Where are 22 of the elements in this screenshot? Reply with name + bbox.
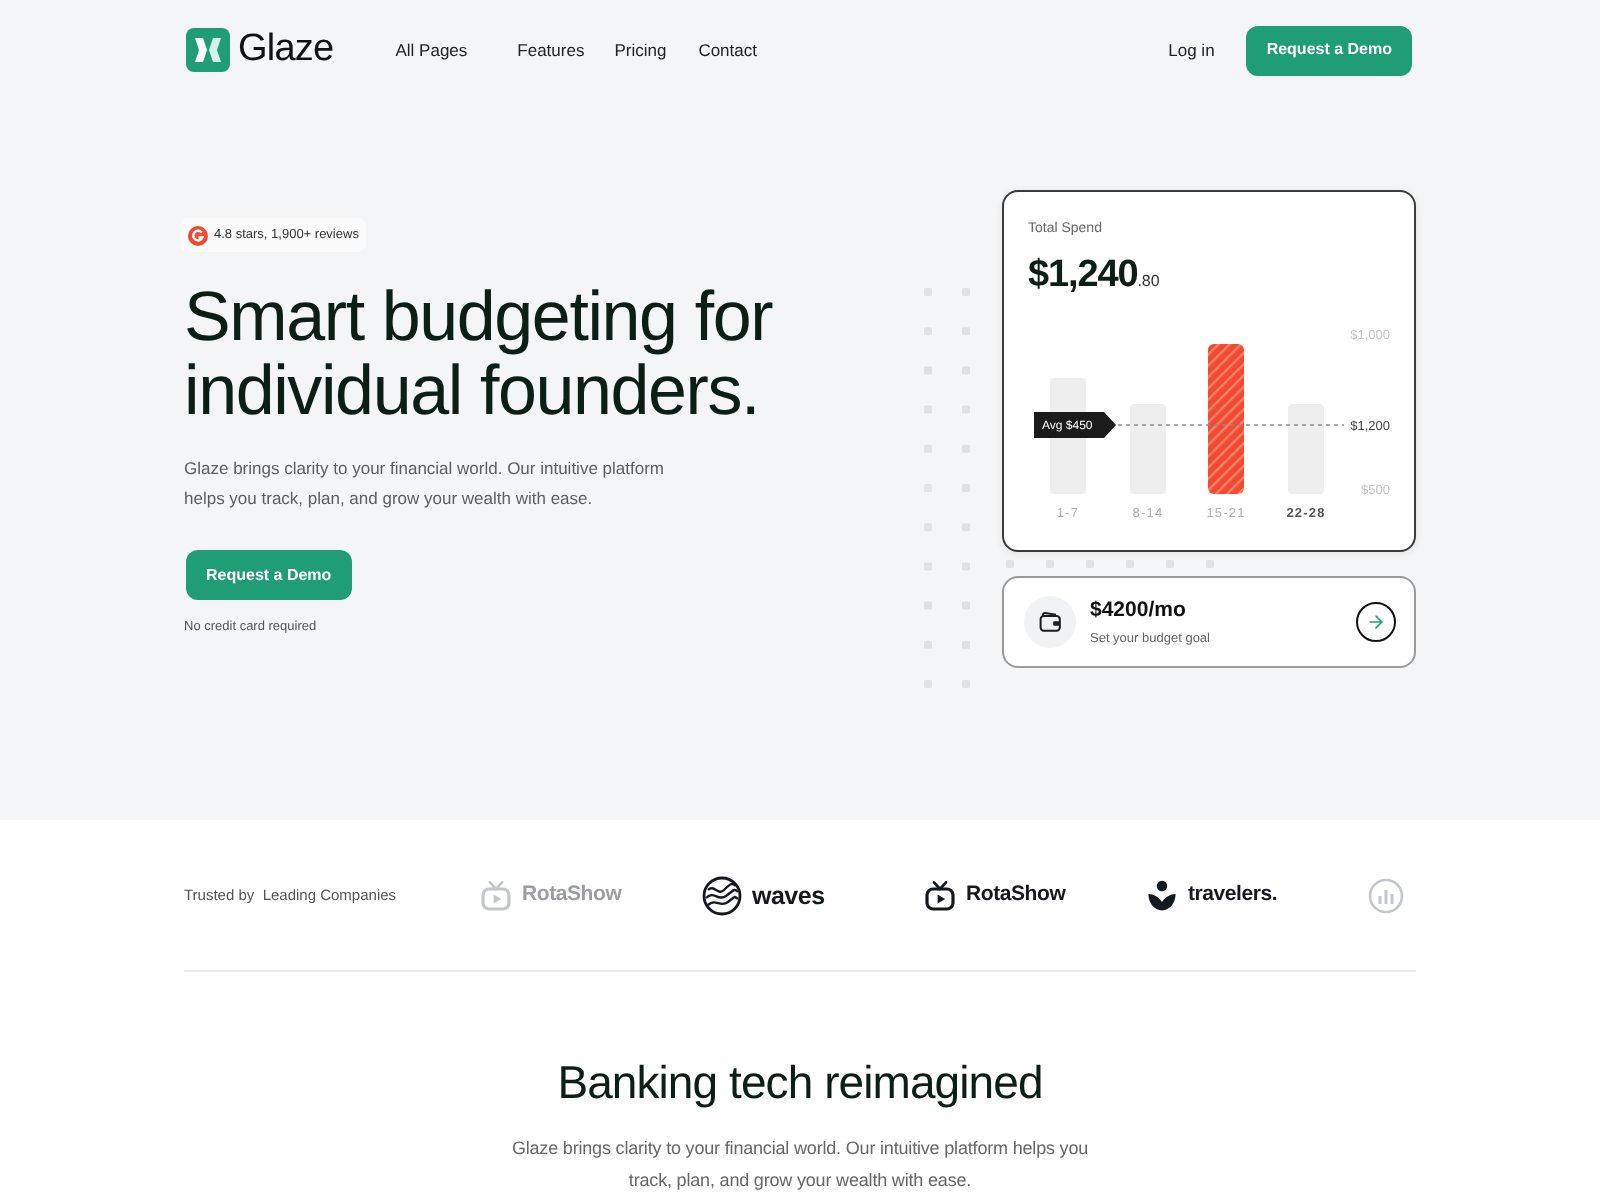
nav-link[interactable]: Pricing bbox=[614, 37, 667, 63]
login-link[interactable]: Log in bbox=[1168, 37, 1215, 63]
nav-link[interactable]: Features bbox=[517, 37, 585, 63]
nav-link[interactable]: Contact bbox=[698, 37, 757, 63]
hero-description: Glaze brings clarity to your financial world. Our intuitive platform helps you track, plan, and grow your wealth with ease. bbox=[184, 456, 666, 512]
circle-logo-icon bbox=[188, 225, 208, 245]
amount-cents: .80 bbox=[1137, 270, 1160, 294]
company-name: RotaShow bbox=[522, 880, 622, 911]
wallet-icon bbox=[1024, 596, 1076, 648]
arrow-right-icon bbox=[1366, 612, 1386, 632]
hero-heading: Smart budgeting for individual founders. bbox=[184, 280, 775, 428]
company-name: travelers. bbox=[1188, 880, 1278, 911]
budget-amount: $4200/mo bbox=[1090, 597, 1186, 623]
section-heading: Banking tech reimagined bbox=[557, 1054, 1043, 1110]
nav-link[interactable]: All Pages bbox=[395, 37, 468, 63]
arrow-button[interactable] bbox=[1356, 602, 1396, 642]
section-description: Glaze brings clarity to your financial world. Our intuitive platform helps you track, plan, and grow your wealth with ease. bbox=[509, 1136, 1091, 1194]
brand-name: Glaze bbox=[238, 28, 334, 72]
total-amount: $1,240 bbox=[1028, 254, 1138, 298]
company-name: RotaShow bbox=[966, 880, 1066, 911]
logo-icon bbox=[186, 28, 230, 72]
company-name: waves bbox=[752, 879, 825, 914]
